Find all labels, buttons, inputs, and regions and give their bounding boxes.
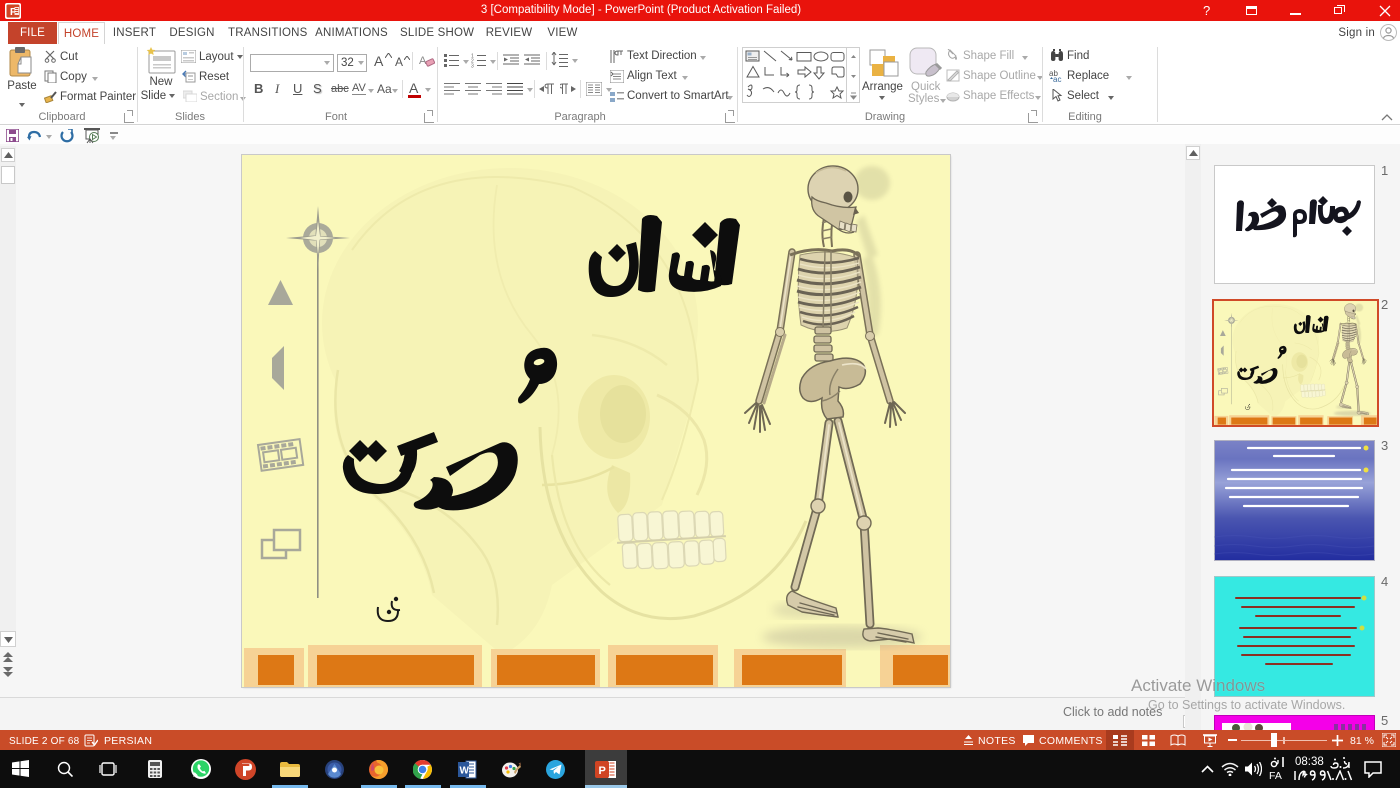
svg-text:W: W	[460, 766, 470, 777]
svg-text:A: A	[419, 55, 427, 67]
svg-text:3: 3	[471, 64, 474, 69]
svg-text:ac: ac	[1053, 75, 1061, 83]
svg-text:P: P	[599, 765, 606, 777]
